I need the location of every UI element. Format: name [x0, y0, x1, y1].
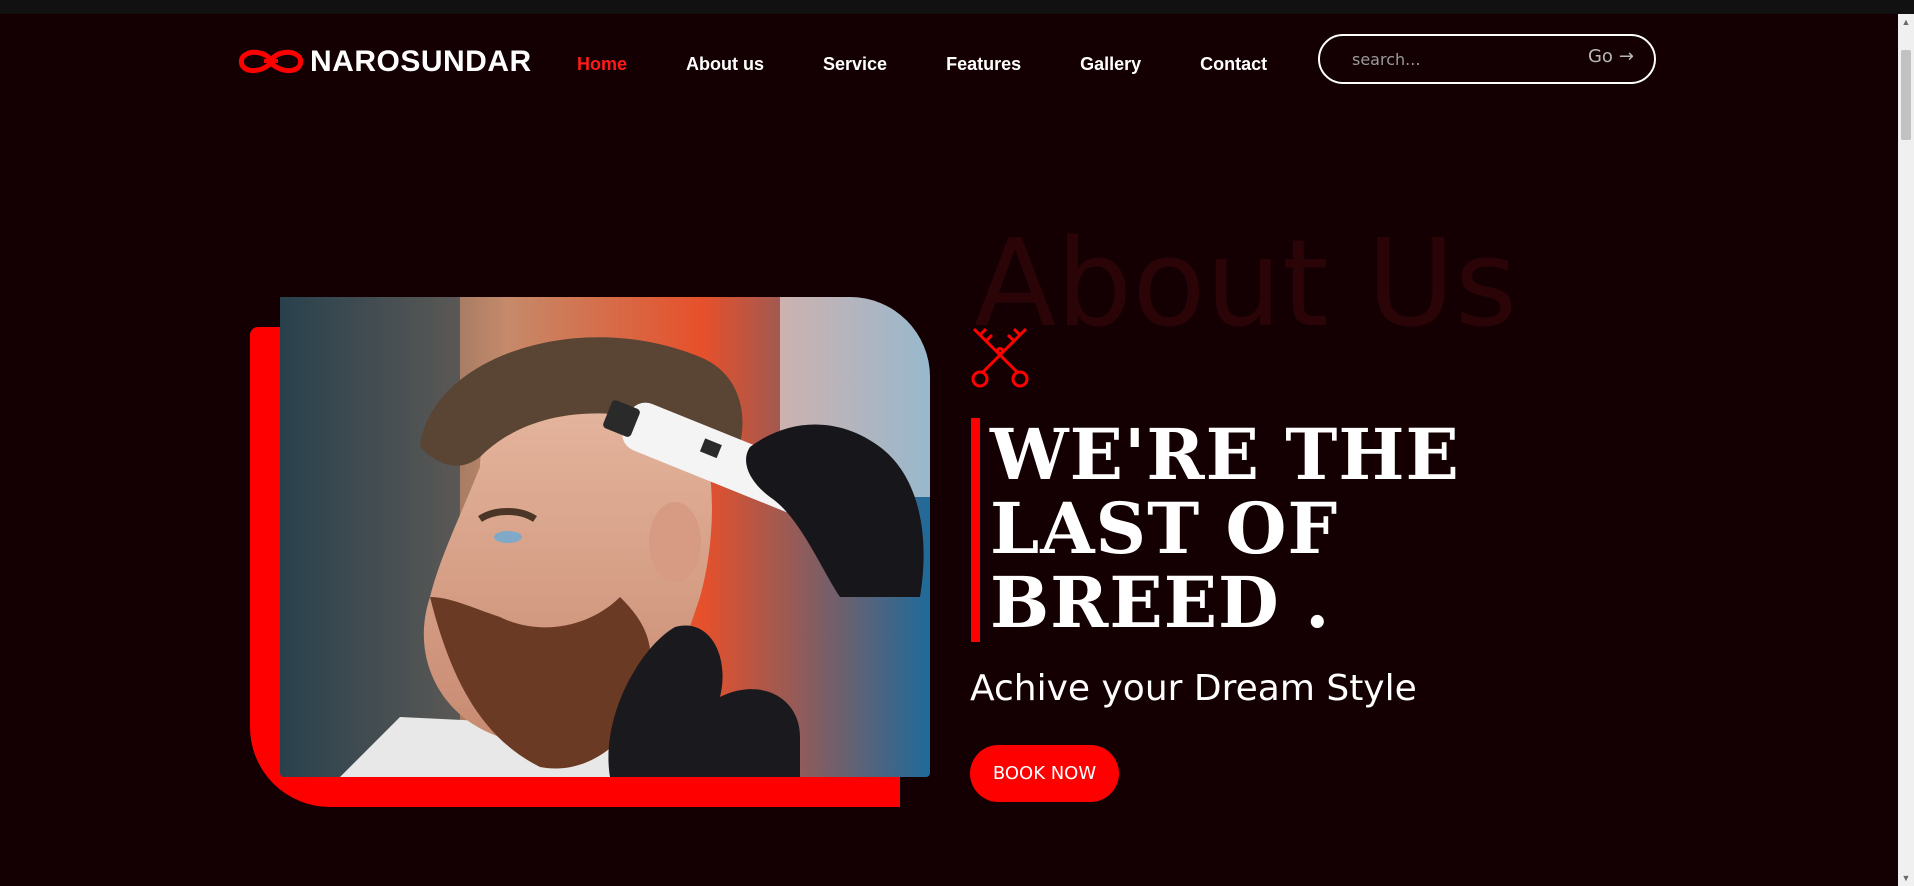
- nav-service[interactable]: Service: [823, 50, 887, 78]
- scroll-up-arrow-icon[interactable]: ▲: [1898, 14, 1914, 30]
- go-label: Go: [1587, 46, 1613, 67]
- search-input[interactable]: [1350, 48, 1554, 70]
- brand-logo[interactable]: NAROSUNDAR: [238, 44, 532, 80]
- hero-tagline: Achive your Dream Style: [970, 668, 1417, 709]
- nav-about-us[interactable]: About us: [686, 50, 764, 78]
- scissors-icon: [971, 327, 1029, 388]
- headline-line-1: WE'RE THE: [990, 413, 1460, 496]
- headline-line-2: LAST OF: [990, 487, 1339, 570]
- arrow-right-icon: →: [1618, 46, 1634, 67]
- scrollbar-thumb[interactable]: [1901, 50, 1911, 140]
- scroll-down-arrow-icon[interactable]: ▼: [1898, 870, 1914, 886]
- headline-accent-bar: [971, 418, 980, 642]
- headline-line-3: BREED .: [990, 561, 1331, 644]
- about-us-ghost-title: About Us: [974, 215, 1518, 354]
- hero-headline: WE'RE THE LAST OF BREED .: [990, 418, 1460, 640]
- nav-gallery[interactable]: Gallery: [1080, 50, 1141, 78]
- mustache-icon: [238, 49, 304, 74]
- search-box: Go →: [1318, 34, 1656, 84]
- go-button[interactable]: Go →: [1588, 46, 1634, 67]
- main-nav: Home About us Service Features Gallery C…: [577, 50, 1267, 78]
- browser-top-bar: [0, 0, 1914, 14]
- book-now-button[interactable]: BOOK NOW: [970, 745, 1119, 802]
- nav-features[interactable]: Features: [946, 50, 1021, 78]
- page-scrollbar[interactable]: ▲ ▼: [1898, 14, 1914, 886]
- nav-home[interactable]: Home: [577, 50, 627, 78]
- hero-image: [280, 297, 930, 777]
- brand-name: NAROSUNDAR: [310, 45, 532, 78]
- nav-contact[interactable]: Contact: [1200, 50, 1267, 78]
